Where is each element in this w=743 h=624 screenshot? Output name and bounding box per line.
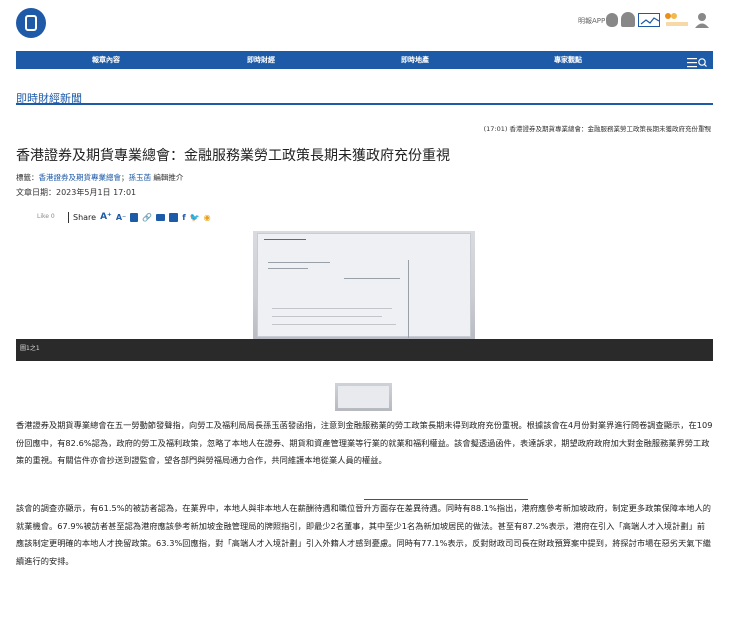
twitter-icon[interactable]: 🐦 <box>190 213 200 222</box>
article-date: 文章日期：2023年5月1日 17:01 <box>16 188 137 197</box>
bookmark-icon[interactable] <box>130 212 139 222</box>
tag-link[interactable]: 孫玉菡 <box>129 173 152 182</box>
chevron-down-icon[interactable]: ⌄ <box>702 121 709 130</box>
divider <box>68 211 69 223</box>
mymoney-icon[interactable] <box>664 12 690 28</box>
chart-icon[interactable] <box>638 13 660 27</box>
news-ticker[interactable]: (17:01) 香港證券及期貨專業總會：金融服務業勞工政策長期未獲政府充份重視 <box>484 123 711 133</box>
font-decrease-icon[interactable]: A⁻ <box>116 213 126 222</box>
app-label[interactable]: 明報APP <box>578 16 605 26</box>
like-button[interactable]: Like 0 <box>37 213 55 220</box>
article-tags: 標籤：香港證券及期貨專業總會；孫玉菡 編輯推介 <box>16 172 183 183</box>
print-icon[interactable] <box>169 212 179 222</box>
nav-item-expert[interactable]: 專家觀點 <box>518 51 618 69</box>
article-paragraph: 該會的調查亦顯示，有61.5%的被訪者認為，在業界中，本地人與非本地人在薪酬待遇… <box>16 503 712 566</box>
main-nav: 報章內容 即時財經 即時地產 專家觀點 <box>16 51 713 69</box>
nav-item-newspaper[interactable]: 報章內容 <box>56 51 156 69</box>
mingpao-logo[interactable] <box>16 8 46 38</box>
nav-item-property[interactable]: 即時地產 <box>365 51 465 69</box>
article-paragraph: 香港證券及期貨專業總會在五一勞動節發聲指，向勞工及福利局局長孫玉菡發函指，注意到… <box>16 420 713 465</box>
photo-caption: 圖1之1 <box>20 345 40 352</box>
section-divider <box>16 103 713 105</box>
weibo-icon[interactable]: ◉ <box>204 213 211 222</box>
email-icon[interactable] <box>156 213 166 221</box>
tag-separator: ； <box>121 173 129 182</box>
article-title: 香港證券及期貨專業總會：金融服務業勞工政策長期未獲政府充份重視 <box>16 148 450 164</box>
android-icon[interactable] <box>621 12 635 27</box>
photo-caption-bar: 圖1之1 <box>16 339 713 361</box>
tag-link[interactable]: 香港證券及期貨專業總會 <box>39 173 122 182</box>
article-photo[interactable] <box>253 231 475 340</box>
user-icon[interactable] <box>694 12 710 28</box>
tag-suffix: 編輯推介 <box>151 173 184 182</box>
photo-thumbnail[interactable] <box>335 383 392 411</box>
menu-search-icon[interactable] <box>687 54 707 68</box>
apple-icon[interactable] <box>606 13 618 27</box>
share-bar: Share A⁺ A⁻ 🔗 f 🐦 ◉ <box>68 210 211 224</box>
share-label[interactable]: Share <box>73 213 96 222</box>
facebook-icon[interactable]: f <box>182 213 185 222</box>
nav-item-finance[interactable]: 即時財經 <box>211 51 311 69</box>
link-icon[interactable]: 🔗 <box>142 213 152 222</box>
font-increase-icon[interactable]: A⁺ <box>100 212 112 222</box>
document-image <box>257 233 471 338</box>
tags-label: 標籤： <box>16 173 39 182</box>
